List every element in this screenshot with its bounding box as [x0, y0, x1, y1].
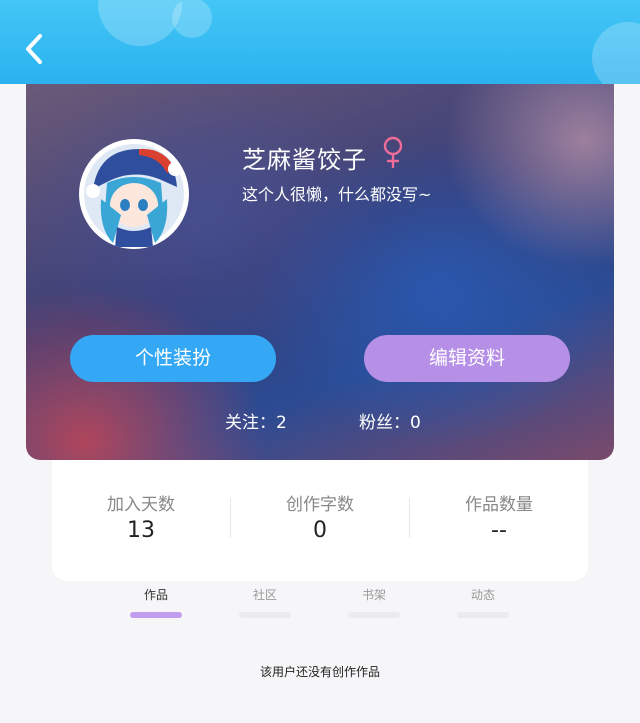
tab-indicator — [130, 612, 182, 618]
stat-value: 13 — [127, 518, 155, 543]
decorative-bubble — [592, 22, 640, 84]
edit-profile-button[interactable]: 编辑资料 — [364, 335, 570, 382]
profile-header-card: 芝麻酱饺子 这个人很懒，什么都没写~ 个性装扮 编辑资料 关注：2 粉丝：0 — [26, 84, 614, 460]
tab-community[interactable]: 社区 — [235, 586, 295, 618]
tab-label: 作品 — [143, 588, 168, 602]
tab-indicator — [348, 612, 400, 618]
profile-tabs: 作品 社区 书架 动态 — [0, 586, 640, 626]
empty-state-text: 该用户还没有创作作品 — [259, 665, 380, 679]
back-arrow-icon[interactable] — [20, 32, 48, 66]
top-bar — [0, 0, 640, 84]
stat-word-count: 创作字数 0 — [231, 494, 409, 544]
user-bio: 这个人很懒，什么都没写~ — [242, 185, 432, 204]
tab-label: 书架 — [361, 588, 386, 602]
tab-bookshelf[interactable]: 书架 — [344, 586, 404, 618]
decorative-bubble — [98, 0, 182, 46]
stats-card: 加入天数 13 创作字数 0 作品数量 -- — [52, 460, 588, 581]
stat-label: 创作字数 — [286, 495, 354, 515]
avatar-illustration — [81, 141, 187, 247]
tab-works[interactable]: 作品 — [126, 586, 186, 618]
stat-label: 加入天数 — [107, 495, 175, 515]
tab-indicator — [239, 612, 291, 618]
username: 芝麻酱饺子 — [242, 146, 367, 174]
stat-value: -- — [491, 518, 507, 543]
following-count[interactable]: 关注：2 — [225, 408, 287, 433]
tab-activity[interactable]: 动态 — [453, 586, 513, 618]
tab-label: 社区 — [252, 588, 277, 602]
avatar[interactable] — [79, 139, 189, 249]
female-symbol-icon — [383, 136, 403, 168]
tab-indicator — [457, 612, 509, 618]
stat-value: 0 — [313, 518, 327, 543]
tab-label: 动态 — [470, 588, 495, 602]
decorative-bubble — [172, 0, 212, 38]
stat-join-days: 加入天数 13 — [52, 494, 230, 544]
stat-label: 作品数量 — [465, 495, 533, 515]
stat-works-count: 作品数量 -- — [410, 494, 588, 544]
fans-count[interactable]: 粉丝：0 — [359, 408, 421, 433]
personalize-decor-button[interactable]: 个性装扮 — [70, 335, 276, 382]
